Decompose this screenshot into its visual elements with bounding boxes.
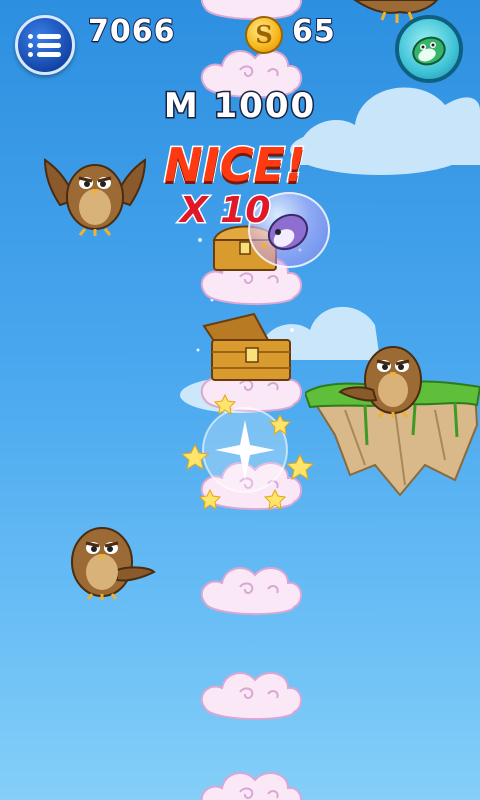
penguin-character-icon bbox=[412, 36, 446, 66]
cloud-platform bbox=[200, 0, 303, 21]
cloud-platform bbox=[200, 772, 303, 800]
altitude-label: M 1000 bbox=[162, 85, 317, 128]
cloud-platform bbox=[200, 567, 303, 616]
coin-counter: 65 bbox=[291, 13, 336, 50]
menu-button[interactable] bbox=[15, 15, 75, 75]
praise-label: NICE! bbox=[163, 137, 308, 194]
cloud-platform bbox=[200, 672, 303, 721]
star-burst-icon bbox=[180, 393, 315, 511]
coin-icon: S bbox=[245, 16, 283, 54]
score-counter: 7066 bbox=[87, 13, 176, 50]
treasure-chest-icon bbox=[202, 312, 291, 381]
owl-icon bbox=[71, 527, 156, 600]
owl-icon bbox=[338, 346, 422, 418]
combo-multiplier: X 10 bbox=[178, 189, 271, 233]
character-button[interactable] bbox=[395, 15, 463, 83]
